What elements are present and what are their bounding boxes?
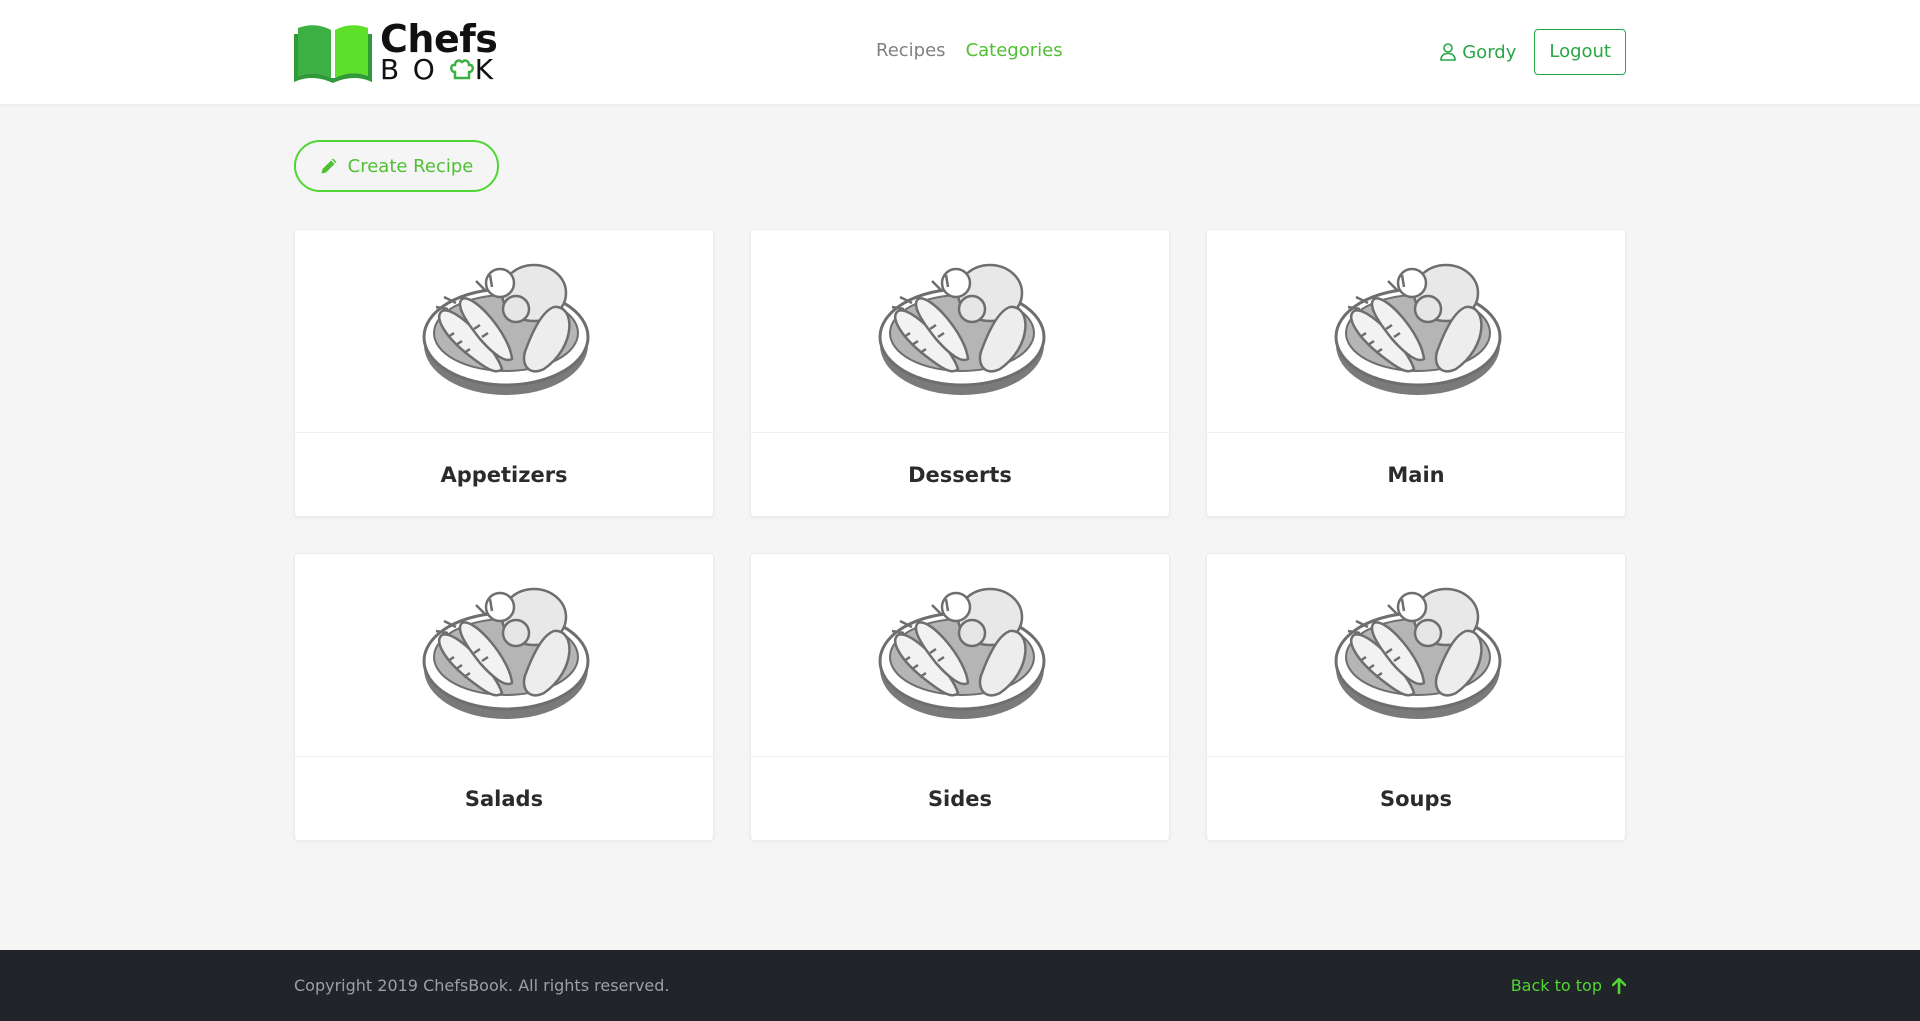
create-recipe-label: Create Recipe bbox=[347, 155, 474, 177]
create-recipe-button[interactable]: Create Recipe bbox=[294, 140, 499, 192]
category-name: Main bbox=[1387, 463, 1445, 487]
food-platter-icon bbox=[422, 263, 590, 395]
top-navbar: Chefs BO K Recipes Categories Gordy Logo… bbox=[0, 0, 1920, 104]
chef-hat-icon bbox=[449, 59, 474, 80]
pencil-icon bbox=[321, 158, 337, 174]
nav-link-categories[interactable]: Categories bbox=[966, 40, 1063, 61]
category-card[interactable]: Salads bbox=[294, 553, 714, 841]
brand-wordmark: Chefs BO K bbox=[380, 20, 507, 84]
back-to-top-label: Back to top bbox=[1510, 976, 1602, 995]
nav-link-recipes[interactable]: Recipes bbox=[876, 40, 946, 61]
category-card[interactable]: Sides bbox=[750, 553, 1170, 841]
category-card[interactable]: Soups bbox=[1206, 553, 1626, 841]
category-name: Desserts bbox=[908, 463, 1012, 487]
user-profile-link[interactable]: Gordy bbox=[1440, 42, 1516, 63]
category-image bbox=[295, 554, 713, 757]
category-image bbox=[1207, 230, 1625, 433]
category-image bbox=[295, 230, 713, 433]
nav-user-area: Gordy Logout bbox=[1440, 29, 1626, 75]
category-name: Salads bbox=[464, 787, 544, 811]
arrow-up-icon bbox=[1612, 977, 1626, 994]
food-platter-icon bbox=[1334, 263, 1502, 395]
food-platter-icon bbox=[878, 587, 1046, 719]
user-icon bbox=[1440, 43, 1457, 61]
main-nav: Recipes Categories bbox=[876, 40, 1063, 61]
logout-button[interactable]: Logout bbox=[1534, 29, 1626, 75]
category-name: Appetizers bbox=[440, 463, 568, 487]
category-card[interactable]: Desserts bbox=[750, 229, 1170, 517]
category-card[interactable]: Main bbox=[1206, 229, 1626, 517]
brand-logo[interactable]: Chefs BO K bbox=[294, 19, 507, 85]
user-name: Gordy bbox=[1462, 41, 1517, 63]
category-card[interactable]: Appetizers bbox=[294, 229, 714, 517]
category-name: Sides bbox=[927, 787, 993, 811]
category-image bbox=[1207, 554, 1625, 757]
category-image bbox=[751, 230, 1169, 433]
brand-name-bottom-right: K bbox=[474, 53, 508, 86]
open-book-icon bbox=[294, 25, 372, 83]
food-platter-icon bbox=[878, 263, 1046, 395]
brand-name-bottom: BO K bbox=[380, 56, 507, 84]
page-footer: Copyright 2019 ChefsBook. All rights res… bbox=[0, 950, 1920, 1021]
brand-name-bottom-left: BO bbox=[380, 53, 449, 86]
copyright-text: Copyright 2019 ChefsBook. All rights res… bbox=[294, 976, 670, 995]
food-platter-icon bbox=[1334, 587, 1502, 719]
food-platter-icon bbox=[422, 587, 590, 719]
category-name: Soups bbox=[1379, 787, 1453, 811]
back-to-top-link[interactable]: Back to top bbox=[1511, 976, 1626, 995]
category-image bbox=[751, 554, 1169, 757]
